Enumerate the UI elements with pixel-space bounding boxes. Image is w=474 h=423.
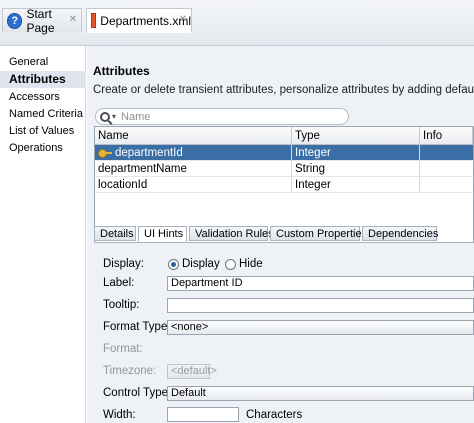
hide-radio[interactable] xyxy=(225,259,236,270)
cell-info xyxy=(420,161,473,176)
format-type-select[interactable]: <none> xyxy=(167,320,474,335)
cell-info xyxy=(420,145,473,160)
tab-start-page[interactable]: ? Start Page ✕ xyxy=(2,7,82,35)
timezone-label: Timezone: xyxy=(103,365,157,377)
hide-radio-label[interactable]: Hide xyxy=(239,258,263,270)
cell-name: departmentName xyxy=(95,161,292,176)
cell-type: Integer xyxy=(292,145,420,160)
help-icon: ? xyxy=(7,12,23,29)
cell-name: departmentId xyxy=(95,145,292,160)
tab-details[interactable]: Details xyxy=(94,226,136,241)
display-radio-label[interactable]: Display xyxy=(182,258,220,270)
section-title: Attributes xyxy=(93,64,150,78)
timezone-select: <default> xyxy=(167,364,217,379)
nav-item-attributes[interactable]: Attributes xyxy=(0,71,86,88)
nav-item-named-criteria[interactable]: Named Criteria xyxy=(0,106,86,123)
cell-info xyxy=(420,177,473,192)
tab-custom-properties[interactable]: Custom Properties xyxy=(270,226,367,241)
characters-label: Characters xyxy=(246,409,303,421)
cell-name-text: departmentId xyxy=(115,147,183,159)
column-header-info[interactable]: Info xyxy=(420,127,473,144)
attributes-panel: Attributes Create or delete transient at… xyxy=(87,46,474,423)
tab-validation-rules[interactable]: Validation Rules xyxy=(189,226,274,241)
format-type-label: Format Type: xyxy=(103,321,171,333)
close-icon[interactable]: ✕ xyxy=(179,14,187,25)
chevron-down-icon[interactable]: ▾ xyxy=(112,112,116,121)
key-icon xyxy=(98,148,112,158)
ui-hints-form: Display: Display Hide Label: Department … xyxy=(94,242,474,423)
format-label: Format: xyxy=(103,343,143,355)
tooltip-field[interactable] xyxy=(167,298,474,313)
editor-tab-strip: ? Start Page ✕ Departments.xml ✕ xyxy=(0,0,474,46)
search-input[interactable]: ▾ Name xyxy=(95,108,349,125)
label-field[interactable]: Department ID xyxy=(167,276,474,291)
tab-departments-xml-label: Departments.xml xyxy=(100,13,191,28)
close-icon[interactable]: ✕ xyxy=(69,14,77,25)
nav-item-operations[interactable]: Operations xyxy=(0,140,86,157)
cell-type: Integer xyxy=(292,177,420,192)
display-radio[interactable] xyxy=(168,259,179,270)
search-placeholder: Name xyxy=(121,110,151,123)
tab-ui-hints[interactable]: UI Hints xyxy=(138,226,187,242)
tooltip-label: Tooltip: xyxy=(103,299,140,311)
control-type-label: Control Type: xyxy=(103,387,172,399)
overview-nav: General Attributes Accessors Named Crite… xyxy=(0,46,86,423)
table-row[interactable]: locationId Integer xyxy=(95,177,473,193)
control-type-select[interactable]: Default xyxy=(167,386,474,401)
display-label: Display: xyxy=(103,258,144,270)
nav-item-accessors[interactable]: Accessors xyxy=(0,89,86,106)
label-label: Label: xyxy=(103,277,135,289)
section-description: Create or delete transient attributes, p… xyxy=(93,84,474,96)
tab-dependencies[interactable]: Dependencies xyxy=(362,226,438,241)
table-row[interactable]: departmentName String xyxy=(95,161,473,177)
nav-item-general[interactable]: General xyxy=(0,54,86,71)
xml-file-icon xyxy=(91,13,97,28)
column-header-type[interactable]: Type xyxy=(292,127,420,144)
cell-type: String xyxy=(292,161,420,176)
tab-departments-xml[interactable]: Departments.xml ✕ xyxy=(86,8,192,33)
width-label: Width: xyxy=(103,409,136,421)
table-header: Name Type Info xyxy=(95,127,473,145)
cell-name: locationId xyxy=(95,177,292,192)
width-field[interactable] xyxy=(167,407,239,422)
search-icon[interactable] xyxy=(100,111,110,122)
column-header-name[interactable]: Name xyxy=(95,127,292,144)
nav-item-list-of-values[interactable]: List of Values xyxy=(0,123,86,140)
table-row[interactable]: departmentId Integer xyxy=(95,145,473,161)
